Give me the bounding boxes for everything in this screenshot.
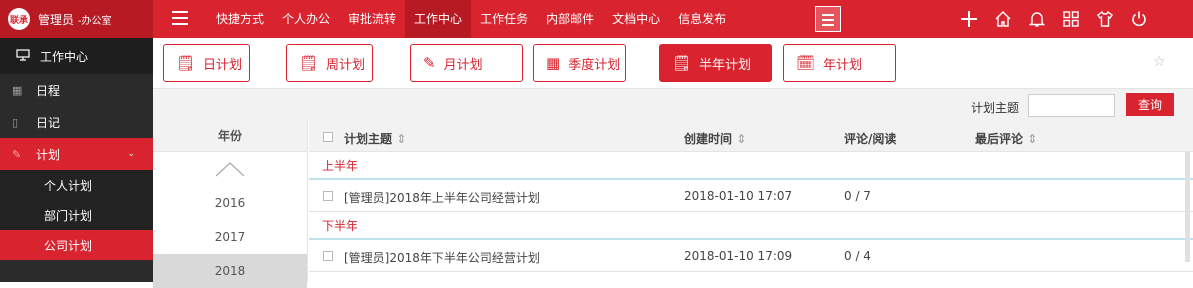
tab-label: 周计划: [326, 57, 366, 73]
row-stats: 0 / 4: [844, 249, 871, 263]
year-list: 年份 2016 2017 2018: [153, 121, 308, 288]
sidebar-item-label: 日记: [36, 115, 61, 130]
column-comments-reads: 评论/阅读: [844, 132, 897, 146]
sidebar-subitem-company-plan[interactable]: 公司计划: [0, 230, 153, 260]
row-checkbox[interactable]: [323, 249, 333, 263]
select-all-checkbox[interactable]: [323, 130, 333, 144]
home-icon[interactable]: [986, 0, 1020, 38]
sidebar-item-label: 日程: [36, 83, 61, 98]
sort-icon: ⇕: [1027, 132, 1038, 146]
desktop-icon: [16, 48, 30, 64]
tab-daily-plan[interactable]: 🗒 日计划: [163, 44, 250, 82]
plus-icon[interactable]: [952, 0, 986, 38]
logo-icon: 联承: [8, 8, 30, 30]
year-item-2016[interactable]: 2016: [153, 186, 307, 220]
nav-item-internal-mail[interactable]: 内部邮件: [537, 0, 603, 38]
tab-monthly-plan[interactable]: ✎ 月计划: [410, 44, 523, 82]
shirt-icon[interactable]: [1088, 0, 1122, 38]
year-item-2018[interactable]: 2018: [153, 254, 307, 288]
nav-item-news[interactable]: 信息发布: [669, 0, 735, 38]
table-row[interactable]: [管理员]2018年上半年公司经营计划 2018-01-10 17:07 0 /…: [309, 180, 1193, 212]
sidebar-item-label: 计划: [36, 147, 61, 162]
top-right-icons: [952, 0, 1156, 38]
group-first-half: 上半年: [309, 152, 1193, 180]
tab-label: 年计划: [823, 57, 863, 73]
top-nav: 快捷方式 个人办公 审批流转 工作中心 工作任务 内部邮件 文档中心 信息发布: [207, 0, 735, 38]
monthly-plan-icon: ✎: [423, 54, 436, 72]
half-year-plan-icon: 🗒: [672, 54, 692, 72]
top-bar: 联承 管理员 -办公室 快捷方式 个人办公 审批流转 工作中心 工作任务 内部邮…: [0, 0, 1193, 38]
calendar-icon: ▦: [12, 83, 23, 97]
brand: 联承 管理员 -办公室: [0, 0, 153, 38]
query-button[interactable]: 查询: [1126, 93, 1174, 116]
weekly-plan-icon: 🗒: [299, 54, 319, 72]
sidebar-subitem-dept-plan[interactable]: 部门计划: [0, 200, 153, 230]
row-title[interactable]: [管理员]2018年下半年公司经营计划: [344, 249, 540, 266]
nav-item-documents[interactable]: 文档中心: [603, 0, 669, 38]
user-label[interactable]: 管理员 -办公室: [38, 11, 111, 28]
row-created: 2018-01-10 17:09: [684, 249, 793, 263]
chevron-up-icon: [215, 162, 245, 177]
tab-quarterly-plan[interactable]: ▦ 季度计划: [533, 44, 626, 82]
tab-weekly-plan[interactable]: 🗒 周计划: [286, 44, 373, 82]
apps-icon[interactable]: [1054, 0, 1088, 38]
user-dept: -办公室: [77, 15, 112, 27]
nav-item-work-tasks[interactable]: 工作任务: [471, 0, 537, 38]
year-header: 年份: [153, 121, 307, 152]
bell-icon[interactable]: [1020, 0, 1054, 38]
quarterly-plan-icon: ▦: [546, 54, 561, 72]
column-created[interactable]: 创建时间 ⇕: [684, 130, 746, 147]
group-second-half: 下半年: [309, 212, 1193, 240]
year-item-2017[interactable]: 2017: [153, 220, 307, 254]
tab-half-year-plan[interactable]: 🗒 半年计划: [659, 44, 772, 82]
star-icon[interactable]: ☆: [1153, 54, 1166, 70]
menu-toggle-icon[interactable]: [172, 11, 188, 27]
row-created: 2018-01-10 17:07: [684, 189, 793, 203]
tab-label: 半年计划: [699, 57, 752, 73]
annual-plan-icon: 🗓: [796, 54, 816, 72]
row-stats: 0 / 7: [844, 189, 871, 203]
nav-item-shortcuts[interactable]: 快捷方式: [207, 0, 273, 38]
filter-label: 计划主题: [971, 101, 1020, 115]
column-subject[interactable]: 计划主题 ⇕: [344, 130, 406, 147]
column-last-comment[interactable]: 最后评论 ⇕: [975, 130, 1037, 147]
nav-item-approval[interactable]: 审批流转: [339, 0, 405, 38]
sidebar-item-schedule[interactable]: ▦ 日程: [0, 74, 153, 106]
table-row[interactable]: [管理员]2018年下半年公司经营计划 2018-01-10 17:09 0 /…: [309, 240, 1193, 272]
sidebar-header[interactable]: 工作中心: [0, 38, 153, 74]
row-checkbox[interactable]: [323, 189, 333, 203]
chevron-down-icon: ⌄: [127, 149, 135, 159]
sidebar-header-label: 工作中心: [40, 49, 89, 64]
tab-label: 季度计划: [568, 57, 621, 73]
tab-label: 日计划: [203, 57, 243, 73]
nav-item-personal-office[interactable]: 个人办公: [273, 0, 339, 38]
tab-label: 月计划: [443, 57, 483, 73]
more-menu-button[interactable]: [815, 6, 841, 32]
sort-icon: ⇕: [736, 132, 747, 146]
user-name: 管理员: [38, 12, 75, 27]
filter-bar: 计划主题 查询: [153, 88, 1193, 121]
table-header: 计划主题 ⇕ 创建时间 ⇕ 评论/阅读 最后评论 ⇕: [309, 121, 1193, 152]
row-title[interactable]: [管理员]2018年上半年公司经营计划: [344, 189, 540, 206]
sidebar-item-diary[interactable]: ▯ 日记: [0, 106, 153, 138]
sidebar: 工作中心 ▦ 日程 ▯ 日记 ✎ 计划 ⌄ 个人计划 部门计划 公司计划: [0, 38, 153, 282]
daily-plan-icon: 🗒: [176, 54, 196, 72]
plan-type-toolbar: 🗒 日计划 🗒 周计划 ✎ 月计划 ▦ 季度计划 🗒 半年计划 🗓 年计划 ☆: [153, 38, 1193, 88]
power-icon[interactable]: [1122, 0, 1156, 38]
notebook-icon: ▯: [12, 115, 19, 129]
sidebar-item-plan[interactable]: ✎ 计划 ⌄: [0, 138, 153, 170]
year-scroll-up[interactable]: [153, 152, 307, 186]
plan-table: 计划主题 ⇕ 创建时间 ⇕ 评论/阅读 最后评论 ⇕ 上半年 [管理员]2018…: [309, 121, 1193, 282]
tab-annual-plan[interactable]: 🗓 年计划: [783, 44, 896, 82]
sort-icon: ⇕: [396, 132, 407, 146]
nav-item-work-center[interactable]: 工作中心: [405, 0, 472, 38]
table-scrollbar[interactable]: [1185, 152, 1190, 262]
sidebar-subitem-personal-plan[interactable]: 个人计划: [0, 170, 153, 200]
edit-icon: ✎: [12, 147, 22, 161]
plan-subject-input[interactable]: [1028, 94, 1115, 117]
